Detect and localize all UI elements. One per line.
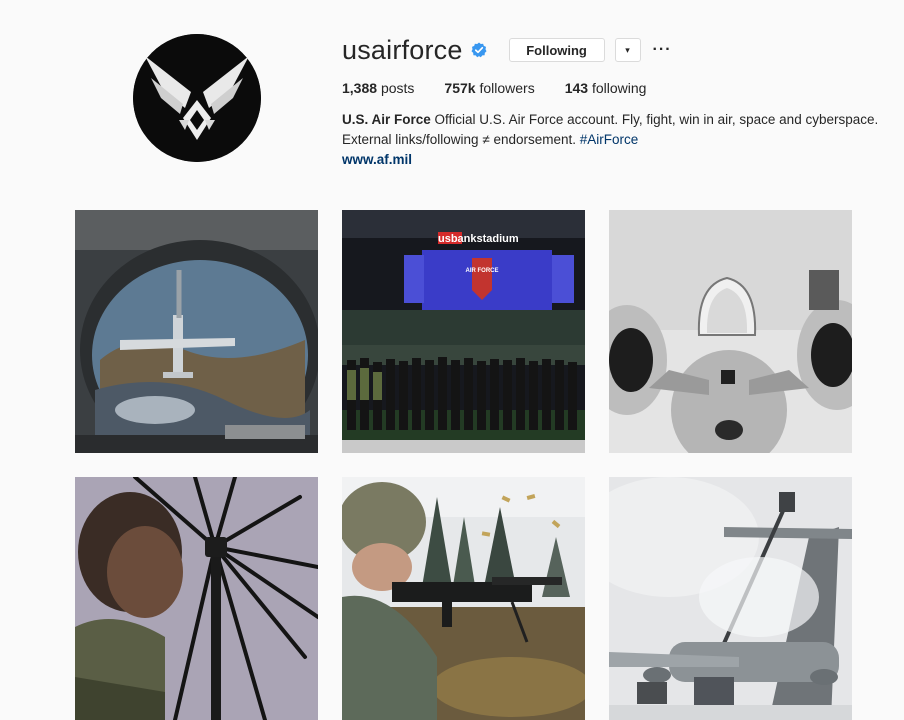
post-image-aerial-refueling [75,210,318,453]
post-image-stadium: AIR FORCE usbankstadium [342,210,585,453]
bio-line-2: External links/following ≠ endorsement. … [342,130,882,150]
followers-stat[interactable]: 757k followers [444,80,534,96]
more-options-icon[interactable]: ··· [653,42,672,58]
following-label: following [591,80,647,96]
bio-line-3: www.af.mil [342,150,882,170]
following-count: 143 [564,80,589,96]
post-deicing[interactable] [609,477,852,720]
bio-text-line2: External links/following ≠ endorsement. [342,132,577,147]
profile-bio: U.S. Air Force Official U.S. Air Force a… [342,110,882,170]
posts-label: posts [380,80,415,96]
post-aerial-refueling[interactable] [75,210,318,453]
followers-label: followers [479,80,535,96]
verified-badge-icon [471,42,487,58]
profile-username: usairforce [342,34,463,65]
followers-count: 757k [444,80,476,96]
stadium-sign-text: usbankstadium [438,233,519,245]
post-soldier-firing[interactable] [342,477,585,720]
following-button[interactable]: Following [508,38,605,62]
post-stadium[interactable]: AIR FORCE usbankstadium [342,210,585,453]
profile-stats: 1,388 posts 757k followers 143 following [342,80,882,96]
profile-title-row: usairforce Following ▾ ··· [342,34,882,66]
profile-full-name: U.S. Air Force [342,112,431,127]
air-force-wings-logo [133,34,261,162]
posts-count: 1,388 [342,80,378,96]
bio-line-1: U.S. Air Force Official U.S. Air Force a… [342,110,882,130]
website-link[interactable]: www.af.mil [342,152,412,167]
post-antenna[interactable] [75,477,318,720]
chevron-down-icon[interactable]: ▾ [614,38,641,62]
post-image-deicing [609,477,852,720]
bio-text-line1: Official U.S. Air Force account. Fly, fi… [434,112,879,127]
post-jet-bw[interactable] [609,210,852,453]
post-image-antenna [75,477,318,720]
post-image-soldier-firing [342,477,585,720]
following-stat[interactable]: 143 following [565,80,647,96]
profile-header: usairforce Following ▾ ··· 1,388 posts 7… [342,34,882,170]
post-image-jet-bw [609,210,852,453]
bio-hashtag-link[interactable]: #AirForce [580,132,639,147]
posts-stat: 1,388 posts [342,80,414,96]
stadium-screen-text: AIR FORCE [466,268,499,274]
profile-avatar[interactable] [133,34,261,162]
